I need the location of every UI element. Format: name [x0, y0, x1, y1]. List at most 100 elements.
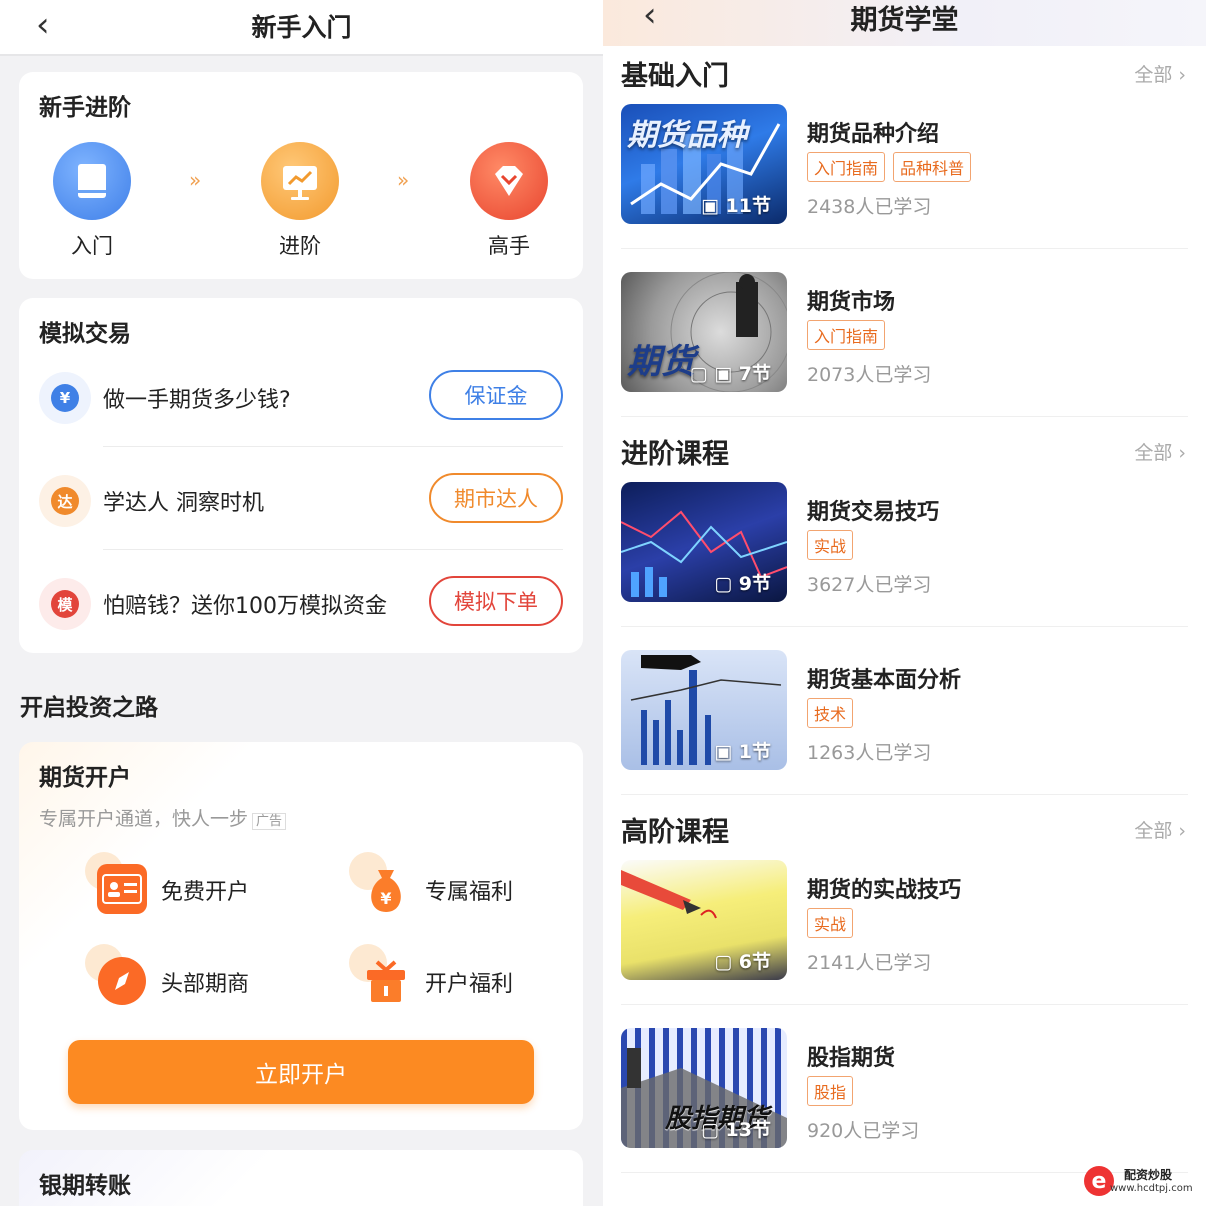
course-thumbnail: 期货品种 ▣ 11节: [621, 104, 787, 224]
simulate-row-order[interactable]: 模 怕赔钱？送你100万模拟资金 模拟下单: [19, 552, 583, 652]
learner-count: 3627人已学习: [807, 574, 932, 596]
simulate-order-button[interactable]: 模拟下单: [429, 576, 563, 626]
stages-card: 新手进阶 入门 » 进阶 » 高手: [19, 72, 583, 279]
thumbnail-cover-text: 期货: [627, 342, 695, 382]
chevron-right-icon: ›: [1178, 64, 1186, 86]
divider: [621, 626, 1188, 627]
chevron-right-icon: ›: [1178, 820, 1186, 842]
course-tag: 实战: [807, 908, 854, 938]
presentation-icon: [261, 142, 339, 220]
divider: [621, 248, 1188, 249]
learner-count: 1263人已学习: [807, 742, 932, 764]
bank-transfer-card[interactable]: 银期转账: [19, 1150, 583, 1206]
invest-heading: 开启投资之路: [20, 695, 158, 721]
stage-beginner[interactable]: 入门: [47, 142, 137, 260]
stage-expert[interactable]: 高手: [464, 142, 554, 260]
feature-free-open[interactable]: 免费开户: [85, 852, 327, 920]
divider: [621, 794, 1188, 795]
stage-label: 高手: [488, 234, 530, 258]
course-tag: 品种科普: [893, 152, 972, 182]
view-all-link[interactable]: 全部 ›: [1134, 60, 1186, 87]
view-all-link[interactable]: 全部 ›: [1134, 816, 1186, 843]
section-title-advanced: 进阶课程: [621, 439, 729, 470]
section-title-basic: 基础入门: [621, 61, 729, 92]
open-account-button[interactable]: 立即开户: [68, 1040, 534, 1104]
yuan-icon: ¥: [39, 372, 91, 424]
svg-text:¥: ¥: [380, 889, 391, 908]
view-all-link[interactable]: 全部 ›: [1134, 438, 1186, 465]
lesson-count: ▣ 11节: [700, 195, 771, 217]
course-item[interactable]: ▣ 1节 期货基本面分析 技术 1263人已学习: [621, 650, 1188, 818]
learner-count: 2141人已学习: [807, 952, 932, 974]
money-bag-icon: ¥: [349, 852, 413, 916]
feature-top-broker[interactable]: 头部期商: [85, 944, 327, 1012]
feature-label: 免费开户: [161, 880, 250, 905]
course-title: 股指期货: [807, 1046, 896, 1071]
course-title: 期货交易技巧: [807, 500, 940, 525]
course-tags: 技术: [807, 698, 854, 728]
course-item[interactable]: 期货 ▢ ▣ 7节 期货市场 入门指南 2073人已学习: [621, 272, 1188, 440]
course-item[interactable]: 期货品种 ▣ 11节 期货品种介绍 入门指南 品种科普 2438人已学习: [621, 104, 1188, 272]
learner-count: 2073人已学习: [807, 364, 932, 386]
lesson-count: ▢ 13节: [700, 1119, 771, 1141]
divider: [103, 549, 563, 550]
account-subtitle: 专属开户通道，快人一步 广告: [39, 804, 287, 831]
feature-label: 专属福利: [425, 880, 514, 905]
compass-icon: [85, 944, 149, 1008]
course-item[interactable]: ▢ 9节 期货交易技巧 实战 3627人已学习: [621, 482, 1188, 650]
feature-exclusive-benefit[interactable]: ¥ 专属福利: [349, 852, 591, 920]
divider: [621, 1004, 1188, 1005]
course-tag: 入门指南: [807, 152, 886, 182]
course-item[interactable]: ▢ 6节 期货的实战技巧 实战 2141人已学习: [621, 860, 1188, 1028]
double-chevron-icon: »: [189, 168, 202, 192]
course-tags: 入门指南 品种科普: [807, 152, 972, 182]
feature-label: 开户福利: [425, 972, 514, 997]
thumbnail-cover-text: 期货品种: [627, 118, 747, 153]
simulate-icon: 模: [39, 578, 91, 630]
beginner-panel: ‹ 新手入门 新手进阶 入门 » 进阶 » 高手 模拟交易 ¥ 做一手期货多少钱…: [0, 0, 603, 1206]
course-tag: 入门指南: [807, 320, 886, 350]
simulate-title: 模拟交易: [39, 321, 131, 347]
simulate-row-text: 怕赔钱？送你100万模拟资金: [103, 594, 387, 619]
simulate-row-text: 学达人 洞察时机: [103, 491, 264, 516]
video-icon: ▢: [714, 573, 733, 595]
course-thumbnail: ▢ 6节: [621, 860, 787, 980]
watermark-title: 配资炒股: [1124, 1168, 1173, 1182]
lesson-count: ▣ 1节: [714, 741, 771, 763]
simulate-row-margin[interactable]: ¥ 做一手期货多少钱? 保证金: [19, 346, 583, 446]
course-thumbnail: 期货 ▢ ▣ 7节: [621, 272, 787, 392]
diamond-icon: [470, 142, 548, 220]
stage-label: 入门: [71, 234, 113, 258]
simulate-card: 模拟交易 ¥ 做一手期货多少钱? 保证金 达 学达人 洞察时机 期市达人 模 怕…: [19, 298, 583, 653]
stage-advanced[interactable]: 进阶: [255, 142, 345, 260]
feature-label: 头部期商: [161, 972, 250, 997]
feature-open-benefit[interactable]: 开户福利: [349, 944, 591, 1012]
watermark-url: www.hcdtpj.com: [1110, 1183, 1193, 1194]
course-tags: 股指: [807, 1076, 854, 1106]
nav-bar: ‹ 期货学堂: [603, 0, 1206, 46]
video-icon: ▢: [714, 951, 733, 973]
school-panel: ‹ 期货学堂 基础入门 全部 › 期货品种 ▣ 11节 期货品种介绍 入门指南 …: [603, 0, 1206, 1206]
simulate-row-text: 做一手期货多少钱?: [103, 388, 291, 413]
course-tag: 股指: [807, 1076, 854, 1106]
course-thumbnail: ▣ 1节: [621, 650, 787, 770]
video-icon: ▢: [700, 1119, 719, 1141]
learner-count: 920人已学习: [807, 1120, 920, 1142]
simulate-row-expert[interactable]: 达 学达人 洞察时机 期市达人: [19, 449, 583, 549]
lesson-count: ▢ 9节: [714, 573, 771, 595]
nav-bar: ‹ 新手入门: [0, 0, 603, 56]
course-tag: 技术: [807, 698, 854, 728]
account-card: 期货开户 专属开户通道，快人一步 广告 免费开户 ¥ 专属福利 头部期商 开户福…: [19, 742, 583, 1130]
video-icon: ▢: [689, 363, 708, 385]
id-card-icon: [85, 852, 149, 916]
course-thumbnail: ▢ 9节: [621, 482, 787, 602]
market-expert-button[interactable]: 期市达人: [429, 473, 563, 523]
account-title: 期货开户: [39, 765, 131, 791]
course-title: 期货品种介绍: [807, 122, 940, 147]
stage-label: 进阶: [279, 234, 321, 258]
page-title: 期货学堂: [850, 5, 959, 36]
divider: [103, 446, 563, 447]
gift-icon: [349, 944, 413, 1008]
course-tags: 入门指南: [807, 320, 886, 350]
margin-button[interactable]: 保证金: [429, 370, 563, 420]
